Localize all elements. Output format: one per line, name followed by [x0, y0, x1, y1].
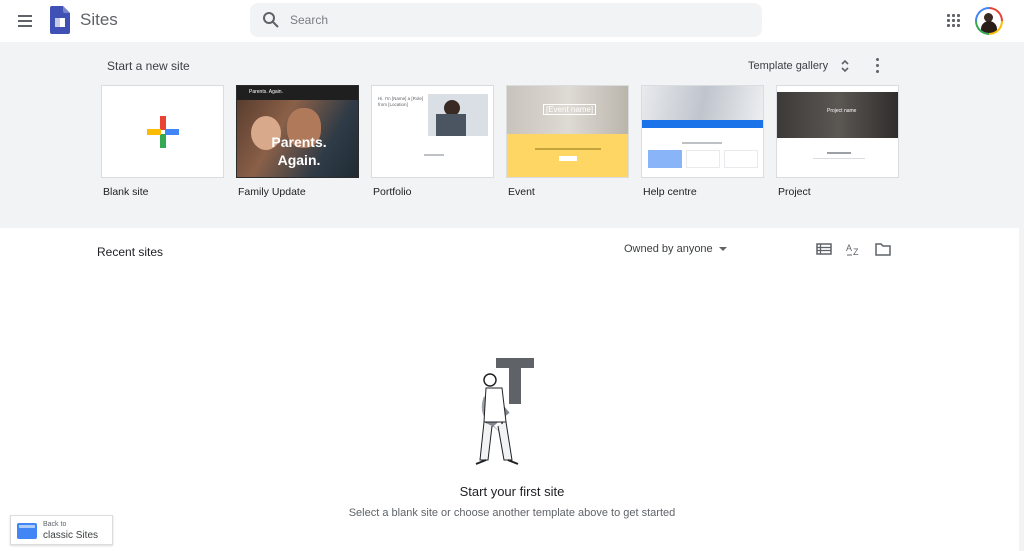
account-avatar[interactable] [975, 7, 1003, 35]
search-icon[interactable] [262, 11, 280, 29]
back-to-classic-sites-button[interactable]: Back to classic Sites [10, 515, 113, 545]
empty-state-subtitle: Select a blank site or choose another te… [348, 507, 676, 519]
template-blank-site[interactable]: Blank site [101, 85, 224, 198]
empty-state-illustration [475, 358, 534, 465]
more-vert-icon[interactable] [872, 56, 884, 74]
svg-text:Z: Z [853, 247, 859, 257]
empty-state-title: Start your first site [459, 484, 565, 499]
caret-down-icon [718, 247, 727, 251]
template-project[interactable]: Project name Project [776, 85, 899, 198]
template-thumbnail[interactable] [641, 85, 764, 178]
template-gallery-label: Template gallery [748, 60, 829, 72]
template-label: Project [778, 186, 811, 198]
template-thumbnail[interactable]: Parents. Again. Parents. Again. [236, 85, 359, 178]
classic-sites-icon [17, 523, 37, 539]
recent-sites-heading: Recent sites [97, 245, 164, 259]
svg-text:A: A [846, 243, 852, 253]
template-thumbnail[interactable]: Hi. I'm [Name] a [Role] from [Location] [371, 85, 494, 178]
template-event[interactable]: [Event name] Event [506, 85, 629, 198]
menu-icon[interactable] [14, 9, 38, 33]
template-label: Help centre [643, 186, 697, 198]
template-label: Portfolio [373, 186, 412, 198]
template-portfolio[interactable]: Hi. I'm [Name] a [Role] from [Location] … [371, 85, 494, 198]
search-input[interactable] [290, 10, 730, 30]
top-app-bar: Sites [0, 0, 1024, 42]
app-title[interactable]: Sites [80, 10, 118, 30]
list-view-icon[interactable] [815, 240, 833, 258]
apps-grid-icon[interactable] [946, 13, 962, 29]
thumb-header-text: Parents. Again. [249, 89, 283, 95]
classic-line2: classic Sites [43, 530, 99, 541]
template-thumbnail[interactable]: Project name [776, 85, 899, 178]
template-help-centre[interactable]: Help centre [641, 85, 764, 198]
thumb-text: Project name [827, 108, 857, 114]
folder-icon[interactable] [874, 240, 892, 258]
plus-icon [147, 116, 179, 148]
thumb-text: Hi. I'm [Name] a [Role] from [Location] [378, 96, 424, 107]
scrollbar[interactable] [1019, 42, 1024, 551]
owner-filter-dropdown[interactable]: Owned by anyone [624, 243, 727, 255]
classic-line1: Back to [43, 521, 67, 528]
thumb-title-text: Parents. Again. [271, 134, 327, 168]
template-label: Family Update [238, 186, 306, 198]
template-label: Blank site [103, 186, 149, 198]
unfold-icon [841, 59, 849, 73]
sort-az-icon[interactable]: A Z [845, 240, 863, 258]
sites-logo-icon[interactable] [50, 6, 70, 34]
owner-filter-label: Owned by anyone [624, 243, 713, 255]
template-strip: Start a new site Template gallery Blank … [0, 42, 1024, 228]
start-new-site-heading: Start a new site [107, 59, 190, 73]
template-label: Event [508, 186, 535, 198]
template-family-update[interactable]: Parents. Again. Parents. Again. Family U… [236, 85, 359, 198]
template-thumbnail[interactable] [101, 85, 224, 178]
thumb-text: [Event name] [543, 104, 597, 115]
search-bar[interactable] [250, 3, 762, 37]
template-gallery-button[interactable]: Template gallery [748, 56, 850, 76]
template-thumbnail[interactable]: [Event name] [506, 85, 629, 178]
